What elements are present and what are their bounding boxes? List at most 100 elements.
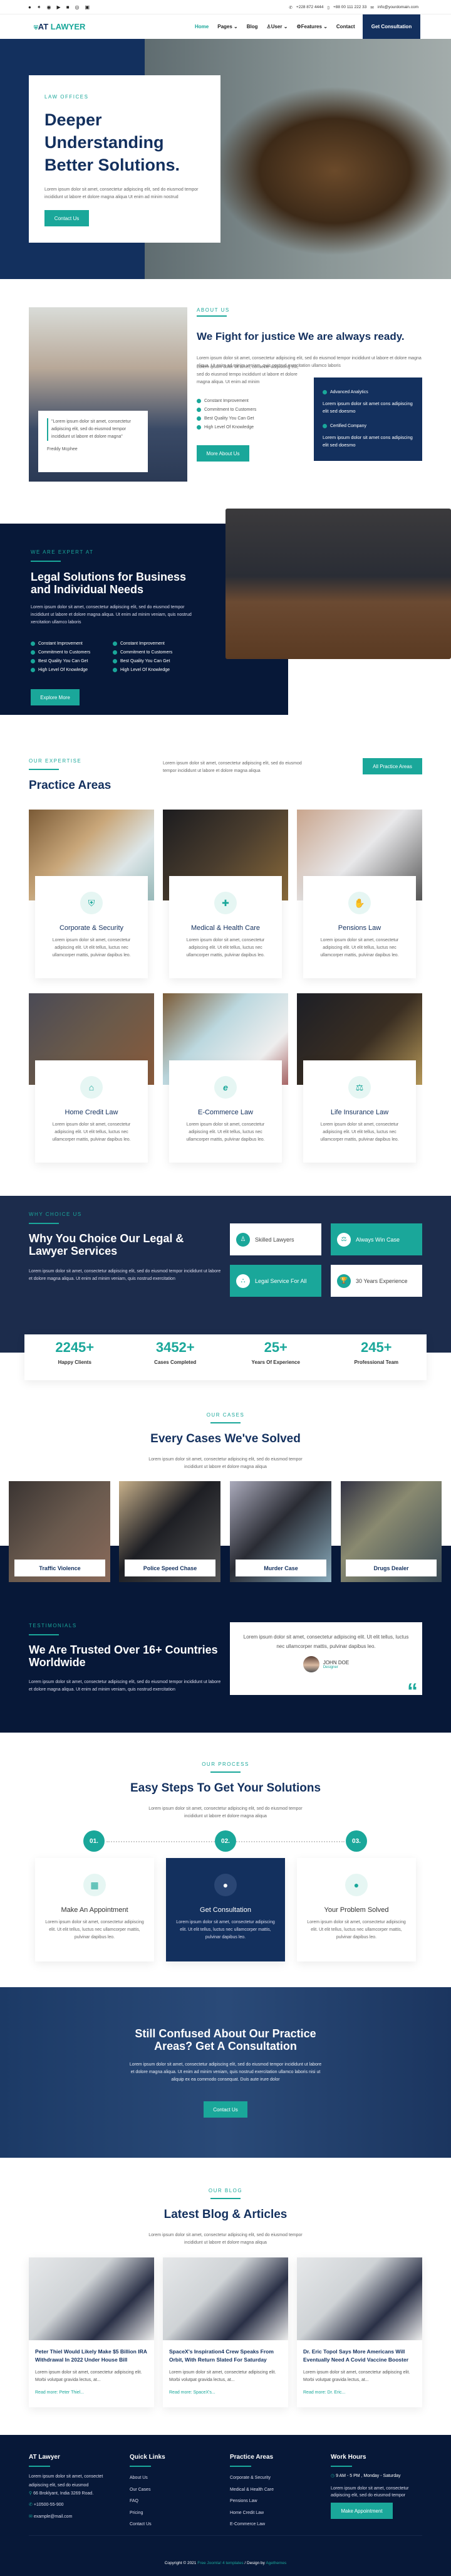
mail-icon: ✉	[370, 6, 374, 10]
pinterest-icon[interactable]: ◉	[47, 4, 51, 10]
social-links: ● ✦ ◉ ▶ ■ ◎ ▣	[28, 4, 90, 10]
nav-features[interactable]: ⚙Features ⌄	[296, 24, 327, 29]
case-label[interactable]: Drugs Dealer	[346, 1560, 437, 1576]
nav-blog[interactable]: Blog	[247, 24, 258, 29]
all-practice-areas-button[interactable]: All Practice Areas	[363, 758, 422, 774]
youtube-icon[interactable]: ▶	[57, 4, 61, 10]
case-label[interactable]: Murder Case	[236, 1560, 326, 1576]
practice-desc: Lorem ipsum dolor sit amet, consectetur …	[163, 761, 302, 773]
quote-mark-icon: “	[407, 1679, 418, 1703]
author-link[interactable]: Agethemes	[266, 2561, 286, 2565]
read-more-link[interactable]: Read more: SpaceX's...	[169, 2390, 282, 2395]
check-icon	[197, 407, 201, 412]
read-more-link[interactable]: Read more: Peter Thiel...	[35, 2390, 148, 2395]
internet-explorer-icon: e	[214, 1076, 237, 1099]
check-icon	[113, 667, 117, 672]
chevron-down-icon: ⌄	[283, 24, 288, 29]
footer-email[interactable]: example@mail.com	[34, 2515, 73, 2519]
list-item: High Level Of Knowledge	[31, 665, 90, 674]
templates-link[interactable]: Free Joomla! 4 templates	[197, 2561, 243, 2565]
step-card: ▦ Make An Appointment Lorem ipsum dolor si…	[35, 1858, 154, 1961]
footer-link[interactable]: Pricing	[130, 2508, 152, 2520]
check-icon	[197, 416, 201, 421]
hero: LAW OFFICES Deeper Understanding Better So…	[0, 39, 451, 279]
check-icon	[31, 658, 35, 663]
about-eyebrow: ABOUT US	[197, 307, 230, 313]
hero-eyebrow: LAW OFFICES	[44, 94, 89, 100]
mobile-icon: ▯	[327, 6, 329, 10]
shield-icon: ⛨	[80, 892, 103, 914]
check-icon	[323, 389, 327, 394]
instagram-icon[interactable]: ◎	[75, 4, 80, 10]
footer-link[interactable]: Contact Us	[130, 2519, 152, 2531]
balance-scale-icon: ⚖	[337, 1232, 351, 1247]
blog-card[interactable]: Peter Thiel Would Likely Make $5 Billion…	[29, 2257, 154, 2407]
cta-section: Still Confused About Our Practice Areas?…	[0, 1987, 451, 2158]
footer-link[interactable]: FAQ	[130, 2496, 152, 2508]
quote-author: Freddy Mcphee	[47, 447, 78, 451]
logo[interactable]: ⛨AT LAWYER	[34, 22, 85, 31]
twitter-icon[interactable]: ✦	[37, 4, 41, 10]
nav-user[interactable]: ♙User ⌄	[267, 24, 288, 29]
cases-section: OUR CASES Every Cases We've Solved Lorem…	[0, 1386, 451, 1733]
get-consultation-button[interactable]: Get Consultation	[363, 14, 420, 39]
linkedin-icon[interactable]: ■	[66, 4, 70, 10]
practice-card[interactable]: ⛨ Corporate & Security Lorem ipsum dolor s…	[35, 876, 148, 978]
check-icon	[197, 425, 201, 430]
footer-link[interactable]: Corporate & Security	[230, 2473, 274, 2484]
chevron-down-icon: ⌄	[323, 24, 328, 29]
footer-link[interactable]: About Us	[130, 2473, 152, 2484]
topbar-email[interactable]: info@yourdomain.com	[378, 5, 418, 10]
practice-card[interactable]: ⚖ Life Insurance Law Lorem ipsum dolor sit…	[303, 1060, 416, 1163]
more-about-button[interactable]: More About Us	[197, 445, 249, 462]
practice-section: OUR EXPERTISE Practice Areas Lorem ipsum…	[0, 727, 451, 1179]
footer-hours: 9 AM - 5 PM , Monday - Saturday	[336, 2474, 401, 2478]
cta-contact-button[interactable]: Contact Us	[204, 2101, 247, 2118]
footer-link[interactable]: Our Cases	[130, 2484, 152, 2496]
nav-home[interactable]: Home	[195, 24, 209, 29]
explore-more-button[interactable]: Explore More	[31, 689, 80, 705]
footer-link[interactable]: Pensions Law	[230, 2496, 274, 2508]
flickr-icon[interactable]: ▣	[85, 4, 90, 10]
blog-section: OUR BLOG Latest Blog & Articles Lorem ip…	[0, 2158, 451, 2435]
footer-link[interactable]: E-Commerce Law	[230, 2519, 274, 2531]
ball-icon: ●	[214, 1874, 237, 1896]
practice-card[interactable]: ✚ Medical & Health Care Lorem ipsum dolor …	[169, 876, 282, 978]
why-box: 🏆 30 Years Experience	[331, 1265, 422, 1297]
footer: AT Lawyer Quick Links Practice Areas Wor…	[0, 2435, 451, 2576]
expert-list-left: Constant Improvement Commitment to Custo…	[31, 639, 90, 674]
cta-title: Still Confused About Our Practice Areas?…	[135, 2027, 316, 2052]
practice-card[interactable]: ⌂ Home Credit Law Lorem ipsum dolor sit am…	[35, 1060, 148, 1163]
case-label[interactable]: Traffic Violence	[14, 1560, 105, 1576]
practice-card[interactable]: e E-Commerce Law Lorem ipsum dolor sit ame…	[169, 1060, 282, 1163]
feature-desc: Lorem ipsum dolor sit amet cons adipisci…	[323, 435, 413, 448]
nav-pages[interactable]: Pages ⌄	[217, 24, 238, 29]
make-appointment-button[interactable]: Make Appointment	[331, 2503, 393, 2519]
process-section: OUR PROCESS Easy Steps To Get Your Solut…	[0, 1733, 451, 1987]
facebook-icon[interactable]: ●	[28, 4, 31, 10]
hero-contact-button[interactable]: Contact Us	[44, 210, 89, 226]
practice-card[interactable]: ✋ Pensions Law Lorem ipsum dolor sit amet,…	[303, 876, 416, 978]
testimonials-eyebrow: TESTIMONIALS	[29, 1623, 77, 1628]
stat-item: 245+ Professional Team	[354, 1339, 399, 1365]
nav-contact[interactable]: Contact	[336, 24, 355, 29]
about-section: "Lorem ipsum dolor sit amet, consectetur…	[0, 279, 451, 502]
blog-card[interactable]: Dr. Eric Topol Says More Americans Will …	[297, 2257, 422, 2407]
step-card: ● Your Problem Solved Lorem ipsum dolor si…	[297, 1858, 416, 1961]
case-label[interactable]: Police Speed Chase	[125, 1560, 215, 1576]
footer-link[interactable]: Medical & Health Care	[230, 2484, 274, 2496]
blog-card[interactable]: SpaceX's Inspiration4 Crew Speaks From O…	[163, 2257, 288, 2407]
gear-icon: ⚙	[296, 24, 301, 29]
footer-hours-desc: Lorem ipsum dolor sit amet, consectetur …	[331, 2486, 409, 2498]
testimonials-desc: Lorem ipsum dolor sit amet, consectetur …	[29, 1680, 221, 1692]
read-more-link[interactable]: Read more: Dr. Eric...	[303, 2390, 416, 2395]
process-title: Easy Steps To Get Your Solutions	[130, 1782, 321, 1795]
footer-link[interactable]: Home Credit Law	[230, 2508, 274, 2520]
author-name: JOHN DOE	[323, 1659, 350, 1665]
step-number: 02.	[215, 1830, 236, 1852]
testimonial-card: Lorem ipsum dolor sit amet, consectetur …	[230, 1622, 422, 1695]
check-icon	[113, 641, 117, 646]
list-item: High Level Of Knowledge	[197, 423, 256, 431]
step-number: 01.	[83, 1830, 105, 1852]
why-section: WHY CHOICE US Why You Choice Our Legal &…	[0, 1179, 451, 1386]
